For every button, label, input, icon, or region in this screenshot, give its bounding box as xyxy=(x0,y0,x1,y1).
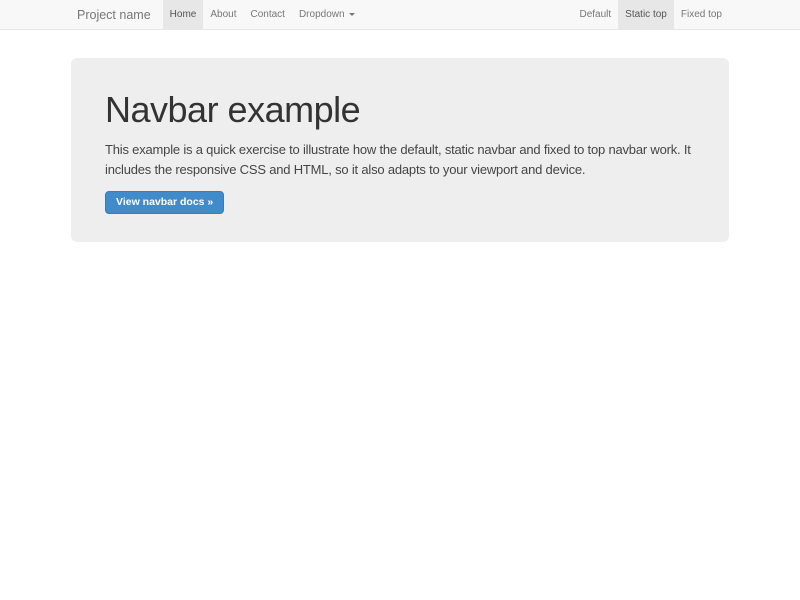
main-container: Navbar example This example is a quick e… xyxy=(71,58,729,242)
nav-item-fixed-top[interactable]: Fixed top xyxy=(674,0,729,29)
navbar-right-nav: Default Static top Fixed top xyxy=(572,0,729,29)
nav-item-about[interactable]: About xyxy=(203,0,243,29)
caret-down-icon xyxy=(349,13,355,16)
nav-item-default[interactable]: Default xyxy=(572,0,618,29)
jumbotron: Navbar example This example is a quick e… xyxy=(71,58,729,242)
nav-item-dropdown[interactable]: Dropdown xyxy=(292,0,362,29)
navbar: Project name Home About Contact Dropdown… xyxy=(0,0,800,30)
jumbotron-description: This example is a quick exercise to illu… xyxy=(105,140,695,180)
nav-item-contact[interactable]: Contact xyxy=(243,0,291,29)
navbar-left-nav: Home About Contact Dropdown xyxy=(163,0,362,29)
nav-item-static-top[interactable]: Static top xyxy=(618,0,674,29)
nav-item-home[interactable]: Home xyxy=(163,0,204,29)
view-navbar-docs-button[interactable]: View navbar docs » xyxy=(105,191,224,214)
navbar-brand[interactable]: Project name xyxy=(71,0,163,29)
navbar-container: Project name Home About Contact Dropdown… xyxy=(71,0,729,29)
nav-item-dropdown-label: Dropdown xyxy=(299,9,345,20)
page-title: Navbar example xyxy=(105,90,695,130)
